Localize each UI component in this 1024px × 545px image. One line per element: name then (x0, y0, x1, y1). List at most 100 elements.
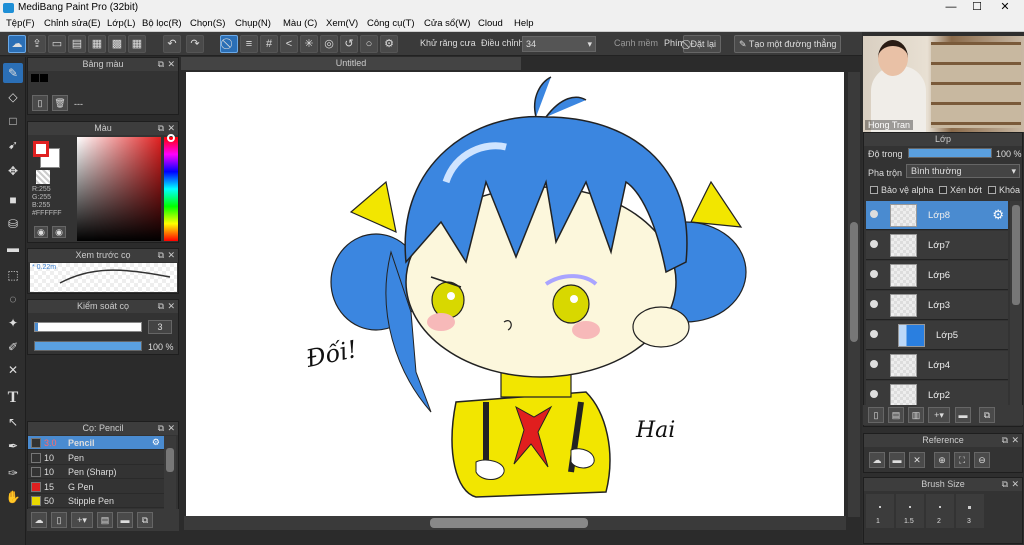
brush-settings-icon[interactable]: ▤ (97, 512, 113, 528)
palette-swatch[interactable] (31, 74, 39, 82)
select-pen-icon[interactable]: ✐ (3, 337, 23, 357)
float-icon[interactable]: ⧉ (1002, 478, 1008, 491)
float-icon[interactable]: ⧉ (1002, 434, 1008, 447)
move-tool-icon[interactable]: ✥ (3, 161, 23, 181)
size-slider[interactable] (34, 322, 142, 332)
trash-icon[interactable]: 🗑 (52, 95, 68, 111)
clipping-checkbox[interactable] (939, 186, 947, 194)
menu-color[interactable]: Màu (C) (283, 18, 317, 29)
layer-row[interactable]: Lớp8 ⚙ (866, 201, 1008, 230)
vertical-scrollbar[interactable] (848, 72, 860, 517)
perspective-snap-icon[interactable]: < (280, 35, 298, 53)
drawing-canvas[interactable]: Đối! Hai (186, 72, 844, 517)
curve-snap-icon[interactable]: ↺ (340, 35, 358, 53)
eye-icon[interactable] (870, 330, 878, 338)
menu-filter[interactable]: Bộ lọc(R) (142, 18, 182, 29)
opacity-slider[interactable] (34, 341, 142, 351)
brush-settings-gear-icon[interactable]: ⚙ (152, 437, 160, 448)
menu-capture[interactable]: Chụp(N) (235, 18, 271, 29)
protect-alpha-checkbox[interactable] (870, 186, 878, 194)
settings-icon[interactable]: ⚙ (380, 35, 398, 53)
text-tool-icon[interactable]: T (3, 388, 23, 408)
magic-wand-icon[interactable]: ✦ (3, 313, 23, 333)
layer-row[interactable]: Lớp3 (866, 291, 1008, 320)
close-button[interactable]: ✕ (992, 0, 1018, 15)
close-icon[interactable]: ✕ (167, 249, 175, 262)
transparent-swatch[interactable] (36, 170, 50, 184)
float-icon[interactable]: ⧉ (158, 300, 164, 313)
select-rect-icon[interactable]: ⬚ (3, 265, 23, 285)
layer-folder-icon[interactable]: ▬ (955, 407, 971, 423)
menu-view[interactable]: Xem(V) (326, 18, 358, 29)
size-input[interactable]: 3 (148, 320, 172, 334)
brush-size-cell[interactable]: 1.5 (896, 494, 924, 528)
circle-snap-icon[interactable]: ◎ (320, 35, 338, 53)
close-icon[interactable]: ✕ (167, 422, 175, 435)
float-icon[interactable]: ⧉ (158, 122, 164, 135)
ellipse-snap-icon[interactable]: ○ (360, 35, 378, 53)
primary-color-swatch[interactable] (33, 141, 49, 157)
new-halftone-layer-icon[interactable]: ▤ (888, 407, 904, 423)
zoom-in-icon[interactable]: ⊕ (934, 452, 950, 468)
hue-handle[interactable] (167, 134, 175, 142)
eyedrop-toggle-icon[interactable]: ◉ (52, 226, 66, 238)
new-layer-icon[interactable]: ▯ (868, 407, 884, 423)
add-brush-icon[interactable]: +▾ (71, 512, 93, 528)
new-8bit-layer-icon[interactable]: ▥ (908, 407, 924, 423)
layer-row[interactable]: Lớp7 (866, 231, 1008, 260)
eye-icon[interactable] (870, 270, 878, 278)
float-icon[interactable]: ⧉ (158, 422, 164, 435)
eye-icon[interactable] (870, 390, 878, 398)
brush-list-scroll-thumb[interactable] (166, 448, 174, 472)
brush-size-cell[interactable]: 1 (866, 494, 894, 528)
layer-row[interactable]: Lớp6 (866, 261, 1008, 290)
snap-off-icon[interactable]: ⃠ (220, 35, 238, 53)
hand-tool-icon[interactable]: ✋ (3, 487, 23, 507)
grid-doc-icon[interactable]: ▩ (108, 35, 126, 53)
operation-tool-icon[interactable]: ↖ (3, 412, 23, 432)
eye-icon[interactable] (870, 360, 878, 368)
horizontal-scroll-thumb[interactable] (430, 518, 588, 528)
bucket-icon[interactable]: ⛁ (3, 214, 23, 234)
float-icon[interactable]: ⧉ (158, 249, 164, 262)
float-icon[interactable]: ⧉ (158, 58, 164, 71)
brush-row[interactable]: 15 G Pen (28, 480, 164, 494)
grid-snap-icon[interactable]: # (260, 35, 278, 53)
radial-snap-icon[interactable]: ✳ (300, 35, 318, 53)
undo-icon[interactable]: ↶ (163, 35, 181, 53)
lasso-icon[interactable]: ➹ (3, 135, 23, 155)
document-icon[interactable]: ▦ (88, 35, 106, 53)
palette-toggle-icon[interactable]: ◉ (34, 226, 48, 238)
cloud-download-icon[interactable]: ☁ (31, 512, 47, 528)
close-icon[interactable]: ✕ (1011, 478, 1019, 491)
redo-icon[interactable]: ↷ (186, 35, 204, 53)
cloud-download-icon[interactable]: ☁ (869, 452, 885, 468)
layer-row[interactable]: Lớp4 (866, 351, 1008, 380)
rect-select-icon[interactable]: □ (3, 111, 23, 131)
menu-file[interactable]: Tệp(F) (6, 18, 35, 29)
parallel-snap-icon[interactable]: ≡ (240, 35, 258, 53)
fill-rect-icon[interactable]: ■ (3, 190, 23, 210)
dropper-icon[interactable]: ✒ (3, 436, 23, 456)
layer-row[interactable]: Lớp5 (866, 321, 1008, 350)
hue-slider[interactable] (164, 137, 178, 241)
lock-checkbox[interactable] (988, 186, 996, 194)
minimize-button[interactable]: — (938, 0, 964, 15)
menu-cloud[interactable]: Cloud (478, 18, 503, 29)
vertical-scroll-thumb[interactable] (850, 222, 858, 342)
saturation-value-picker[interactable] (77, 137, 161, 241)
duplicate-layer-icon[interactable]: ⧉ (979, 407, 995, 423)
select-eraser-icon[interactable]: ✕ (3, 360, 23, 380)
tiles-icon[interactable]: ▦ (128, 35, 146, 53)
open-folder-icon[interactable]: ▬ (889, 452, 905, 468)
folder-icon[interactable]: ▬ (117, 512, 133, 528)
duplicate-icon[interactable]: ⧉ (137, 512, 153, 528)
new-brush-icon[interactable]: ▯ (51, 512, 67, 528)
brush-list-scrollbar[interactable] (164, 436, 176, 512)
palette-swatch[interactable] (40, 74, 48, 82)
menu-tools[interactable]: Công cụ(T) (367, 18, 415, 29)
menu-window[interactable]: Cửa sổ(W) (424, 18, 470, 29)
select-lasso-icon[interactable]: ◌ (3, 289, 23, 309)
menu-edit[interactable]: Chỉnh sửa(E) (44, 18, 101, 29)
menu-select[interactable]: Chọn(S) (190, 18, 225, 29)
